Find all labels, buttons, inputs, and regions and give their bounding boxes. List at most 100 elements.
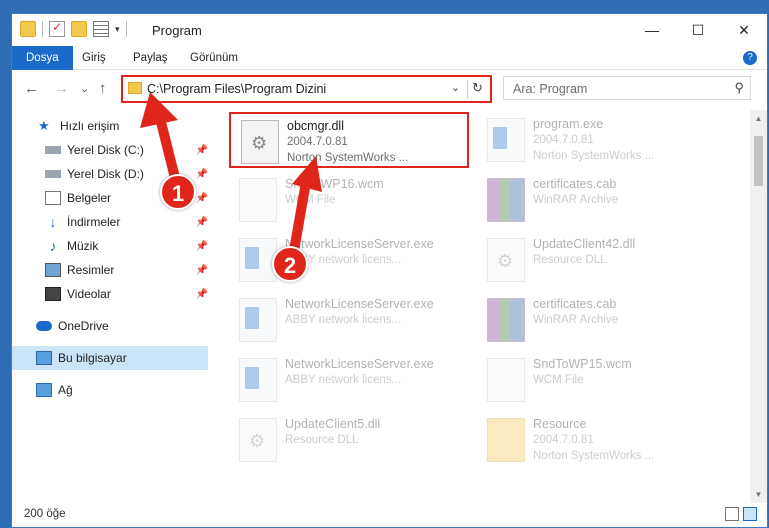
sidebar-item-network[interactable]: Ağ xyxy=(12,378,208,402)
sidebar-item-quick-access[interactable]: ★ Hızlı erişim xyxy=(12,114,208,138)
tab-share[interactable]: Paylaş xyxy=(133,46,168,70)
file-version: 2004.7.0.81 xyxy=(533,134,594,146)
exe-file-icon xyxy=(239,298,277,342)
file-type: Resource DLL xyxy=(285,434,359,446)
customize-toolbar-icon[interactable]: ▾ xyxy=(115,24,120,35)
maximize-button[interactable]: ☐ xyxy=(675,14,721,46)
documents-icon xyxy=(45,191,61,205)
address-bar[interactable]: C:\Program Files\Program Dizini ⌄ ↻ xyxy=(121,75,492,103)
ribbon-tabs: Dosya Giriş Paylaş Görünüm ? xyxy=(12,46,767,70)
scroll-up-icon[interactable]: ▲ xyxy=(750,110,767,127)
exe-file-icon xyxy=(239,358,277,402)
sidebar-item-label: Yerel Disk (C:) xyxy=(67,143,144,157)
file-item[interactable]: UpdateClient5.dll Resource DLL xyxy=(229,412,469,468)
properties-check-icon[interactable] xyxy=(49,20,65,37)
search-input[interactable]: Ara: Program xyxy=(513,82,587,96)
file-item[interactable]: SndToWP16.wcm WCM File xyxy=(229,172,469,228)
blank-file-icon xyxy=(239,178,277,222)
back-arrow-icon[interactable]: ← xyxy=(24,80,39,97)
file-name: obcmgr.dll xyxy=(287,119,344,133)
pin-icon: 📌 xyxy=(195,192,208,204)
file-name: UpdateClient5.dll xyxy=(285,417,381,431)
file-name: SndToWP16.wcm xyxy=(285,177,384,191)
tab-home[interactable]: Giriş xyxy=(82,46,106,70)
folder-icon xyxy=(487,418,525,462)
item-count: 200 öğe xyxy=(24,508,66,520)
quick-access-toolbar: ▾ xyxy=(20,20,127,37)
file-name: certificates.cab xyxy=(533,177,617,191)
sidebar-item-label: Yerel Disk (D:) xyxy=(67,167,144,181)
forward-arrow-icon[interactable]: → xyxy=(54,80,69,97)
tab-view[interactable]: Görünüm xyxy=(190,46,238,70)
pin-icon: 📌 xyxy=(195,240,208,252)
star-icon: ★ xyxy=(38,118,50,133)
tiles-view-icon[interactable] xyxy=(743,507,757,521)
file-item[interactable]: program.exe 2004.7.0.81 Norton SystemWor… xyxy=(477,112,717,168)
cloud-icon xyxy=(36,321,52,331)
separator xyxy=(42,21,43,37)
file-name: certificates.cab xyxy=(533,297,617,311)
search-box[interactable]: Ara: Program ⚲ xyxy=(503,76,751,100)
sidebar-item-label: OneDrive xyxy=(58,319,109,333)
file-description: ABBY network licens... xyxy=(285,314,402,326)
scroll-thumb[interactable] xyxy=(754,136,763,186)
minimize-button[interactable]: — xyxy=(629,14,675,46)
file-name: UpdateClient42.dll xyxy=(533,237,636,251)
details-view-icon[interactable] xyxy=(725,507,739,521)
pin-icon: 📌 xyxy=(195,144,208,156)
chevron-down-icon[interactable]: ⌄ xyxy=(451,81,460,94)
blank-file-icon xyxy=(487,358,525,402)
address-row: ← → ⌄ ↑ C:\Program Files\Program Dizini … xyxy=(12,72,767,106)
file-item[interactable]: UpdateClient42.dll Resource DLL xyxy=(477,232,717,288)
file-list: obcmgr.dll 2004.7.0.81 Norton SystemWork… xyxy=(217,110,747,505)
up-arrow-icon[interactable]: ↑ xyxy=(99,80,107,97)
search-icon[interactable]: ⚲ xyxy=(734,80,744,96)
folder-icon xyxy=(128,82,142,94)
sidebar-item-pictures[interactable]: Resimler 📌 xyxy=(12,258,208,282)
file-item[interactable]: NetworkLicenseServer.exe ABBY network li… xyxy=(229,352,469,408)
status-bar: 200 öğe xyxy=(12,503,767,527)
dll-file-icon xyxy=(239,418,277,462)
file-item[interactable]: SndToWP15.wcm WCM File xyxy=(477,352,717,408)
sidebar-item-label: Belgeler xyxy=(67,191,112,205)
network-icon xyxy=(36,383,52,397)
separator xyxy=(125,21,127,37)
file-name: NetworkLicenseServer.exe xyxy=(285,297,434,311)
folder-icon[interactable] xyxy=(20,21,36,37)
file-description: ABBY network licens... xyxy=(285,374,402,386)
file-item[interactable]: NetworkLicenseServer.exe ABBY network li… xyxy=(229,292,469,348)
file-version: 2004.7.0.81 xyxy=(287,136,348,148)
sidebar-item-label: Hızlı erişim xyxy=(60,119,120,133)
address-path[interactable]: C:\Program Files\Program Dizini xyxy=(147,82,326,96)
file-item[interactable]: certificates.cab WinRAR Archive xyxy=(477,172,717,228)
vertical-scrollbar[interactable]: ▲ ▼ xyxy=(750,110,767,503)
pin-icon: 📌 xyxy=(195,216,208,228)
refresh-icon[interactable]: ↻ xyxy=(467,80,487,98)
file-item[interactable]: NetworkLicenseServer.exe ABBY network li… xyxy=(229,232,469,288)
help-icon[interactable]: ? xyxy=(743,51,757,65)
close-button[interactable]: ✕ xyxy=(721,14,767,46)
video-icon xyxy=(45,287,61,301)
sidebar-item-onedrive[interactable]: OneDrive xyxy=(12,314,208,338)
scroll-down-icon[interactable]: ▼ xyxy=(750,486,767,503)
sidebar-item-label: Videolar xyxy=(67,287,111,301)
new-folder-icon[interactable] xyxy=(71,21,87,37)
recent-locations-icon[interactable]: ⌄ xyxy=(80,82,89,95)
sidebar-item-videos[interactable]: Videolar 📌 xyxy=(12,282,208,306)
sidebar-item-local-disk-c[interactable]: Yerel Disk (C:) 📌 xyxy=(12,138,208,162)
file-type: WinRAR Archive xyxy=(533,194,618,206)
file-item[interactable]: Resource 2004.7.0.81 Norton SystemWorks … xyxy=(477,412,717,468)
archive-file-icon xyxy=(487,298,525,342)
properties-icon[interactable] xyxy=(93,21,109,37)
navigation-pane: ★ Hızlı erişim Yerel Disk (C:) 📌 Yerel D… xyxy=(12,110,208,500)
file-type: Resource DLL xyxy=(533,254,607,266)
file-item-obcmgr-dll[interactable]: obcmgr.dll 2004.7.0.81 Norton SystemWork… xyxy=(229,112,469,168)
file-item[interactable]: certificates.cab WinRAR Archive xyxy=(477,292,717,348)
sidebar-item-music[interactable]: ♪ Müzik 📌 xyxy=(12,234,209,258)
sidebar-item-this-pc[interactable]: Bu bilgisayar xyxy=(12,346,208,370)
sidebar-item-downloads[interactable]: ↓ İndirmeler 📌 xyxy=(12,210,209,234)
exe-file-icon xyxy=(487,118,525,162)
sidebar-item-label: Bu bilgisayar xyxy=(58,351,127,365)
archive-file-icon xyxy=(487,178,525,222)
tab-file[interactable]: Dosya xyxy=(12,46,73,70)
